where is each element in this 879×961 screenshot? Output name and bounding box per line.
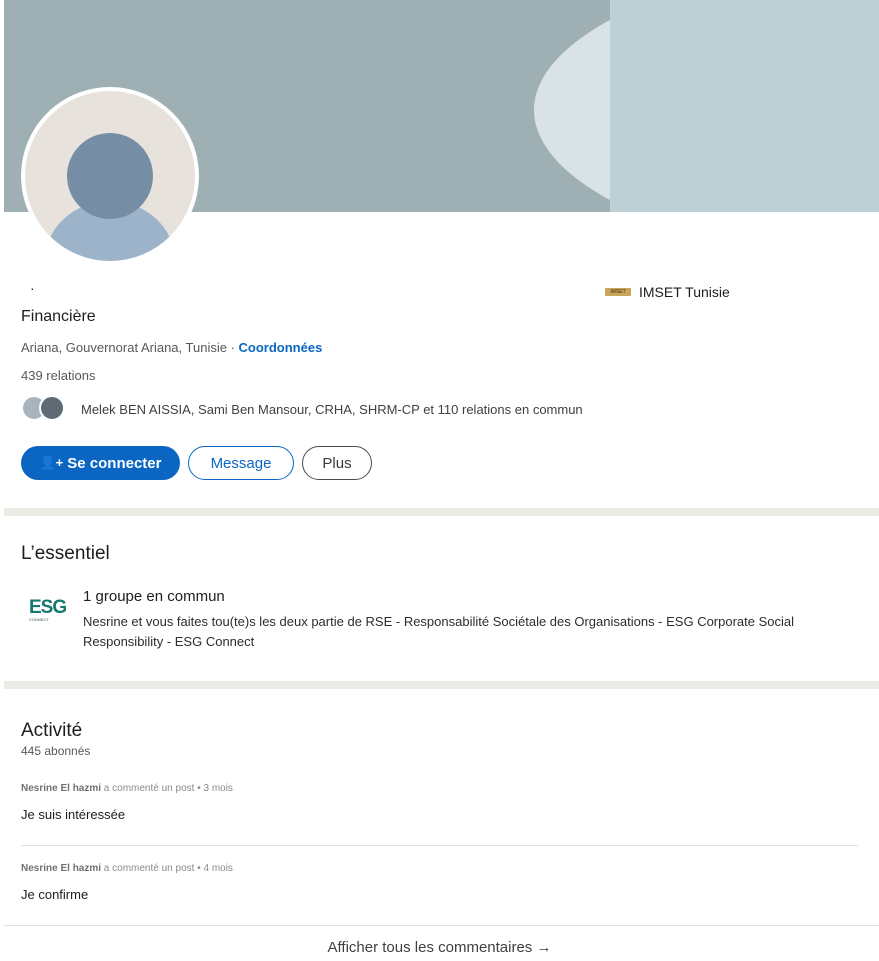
- profile-avatar[interactable]: [21, 87, 199, 265]
- mutual-connections-text: Melek BEN AISSIA, Sami Ben Mansour, CRHA…: [81, 401, 583, 417]
- section-divider: [4, 508, 879, 516]
- connect-button-label: Se connecter: [67, 454, 162, 472]
- post-comment: Je confirme: [21, 887, 89, 902]
- show-all-comments-link[interactable]: Afficher tous les commentaires →: [0, 939, 879, 956]
- contact-info-link[interactable]: Coordonnées: [239, 340, 323, 355]
- post-author: Nesrine El hazmi: [21, 783, 102, 794]
- essentiel-title: L’essentiel: [21, 543, 110, 564]
- common-group-description: Nesrine et vous faites tou(te)s les deux…: [83, 614, 795, 649]
- profile-actions: 👤+ Se connecter Message Plus: [21, 446, 372, 480]
- relations-count[interactable]: 439 relations: [21, 368, 95, 383]
- followers-count: 445 abonnés: [21, 744, 91, 758]
- location-separator: ·: [226, 340, 239, 355]
- mutual-connections[interactable]: Melek BEN AISSIA, Sami Ben Mansour, CRHA…: [21, 393, 583, 425]
- location-text: Ariana, Gouvernorat Ariana, Tunisie: [21, 340, 227, 355]
- post-meta-text: a commenté un post • 3 mois: [101, 783, 233, 794]
- post-meta-text: a commenté un post • 4 mois: [101, 863, 233, 874]
- message-button[interactable]: Message: [188, 446, 294, 480]
- footer-divider: [4, 925, 879, 926]
- person-add-icon: 👤+: [39, 455, 64, 470]
- esg-group-logo[interactable]: ESG CONNECT: [29, 597, 69, 623]
- section-divider: [4, 681, 879, 689]
- post-meta: Nesrine El hazmi a commenté un post • 4 …: [21, 863, 857, 874]
- mutual-avatars: [21, 393, 73, 425]
- profile-location: Ariana, Gouvernorat Ariana, Tunisie · Co…: [21, 340, 322, 355]
- esg-logo-text: ESG: [29, 597, 67, 618]
- connect-button[interactable]: 👤+ Se connecter: [21, 446, 180, 480]
- post-divider: [21, 845, 858, 846]
- mutual-avatar: [39, 395, 65, 421]
- company-name[interactable]: IMSET Tunisie: [639, 284, 730, 300]
- activity-post[interactable]: Nesrine El hazmi a commenté un post • 4 …: [21, 863, 857, 902]
- profile-page: · IMSET IMSET Tunisie Financière Ariana,…: [0, 0, 879, 961]
- company-logo: IMSET: [605, 288, 631, 296]
- post-meta: Nesrine El hazmi a commenté un post • 3 …: [21, 783, 857, 794]
- profile-name: ·: [30, 280, 35, 296]
- current-company[interactable]: IMSET IMSET Tunisie: [605, 284, 730, 300]
- post-comment: Je suis intéressée: [21, 807, 126, 822]
- cover-right-panel: [610, 0, 879, 212]
- activity-title: Activité: [21, 720, 83, 741]
- avatar-placeholder-icon: [25, 91, 195, 261]
- profile-headline: Financière: [21, 308, 96, 325]
- common-group-title: 1 groupe en commun: [83, 588, 225, 605]
- activity-post[interactable]: Nesrine El hazmi a commenté un post • 3 …: [21, 783, 857, 822]
- more-button[interactable]: Plus: [302, 446, 372, 480]
- post-author: Nesrine El hazmi: [21, 863, 102, 874]
